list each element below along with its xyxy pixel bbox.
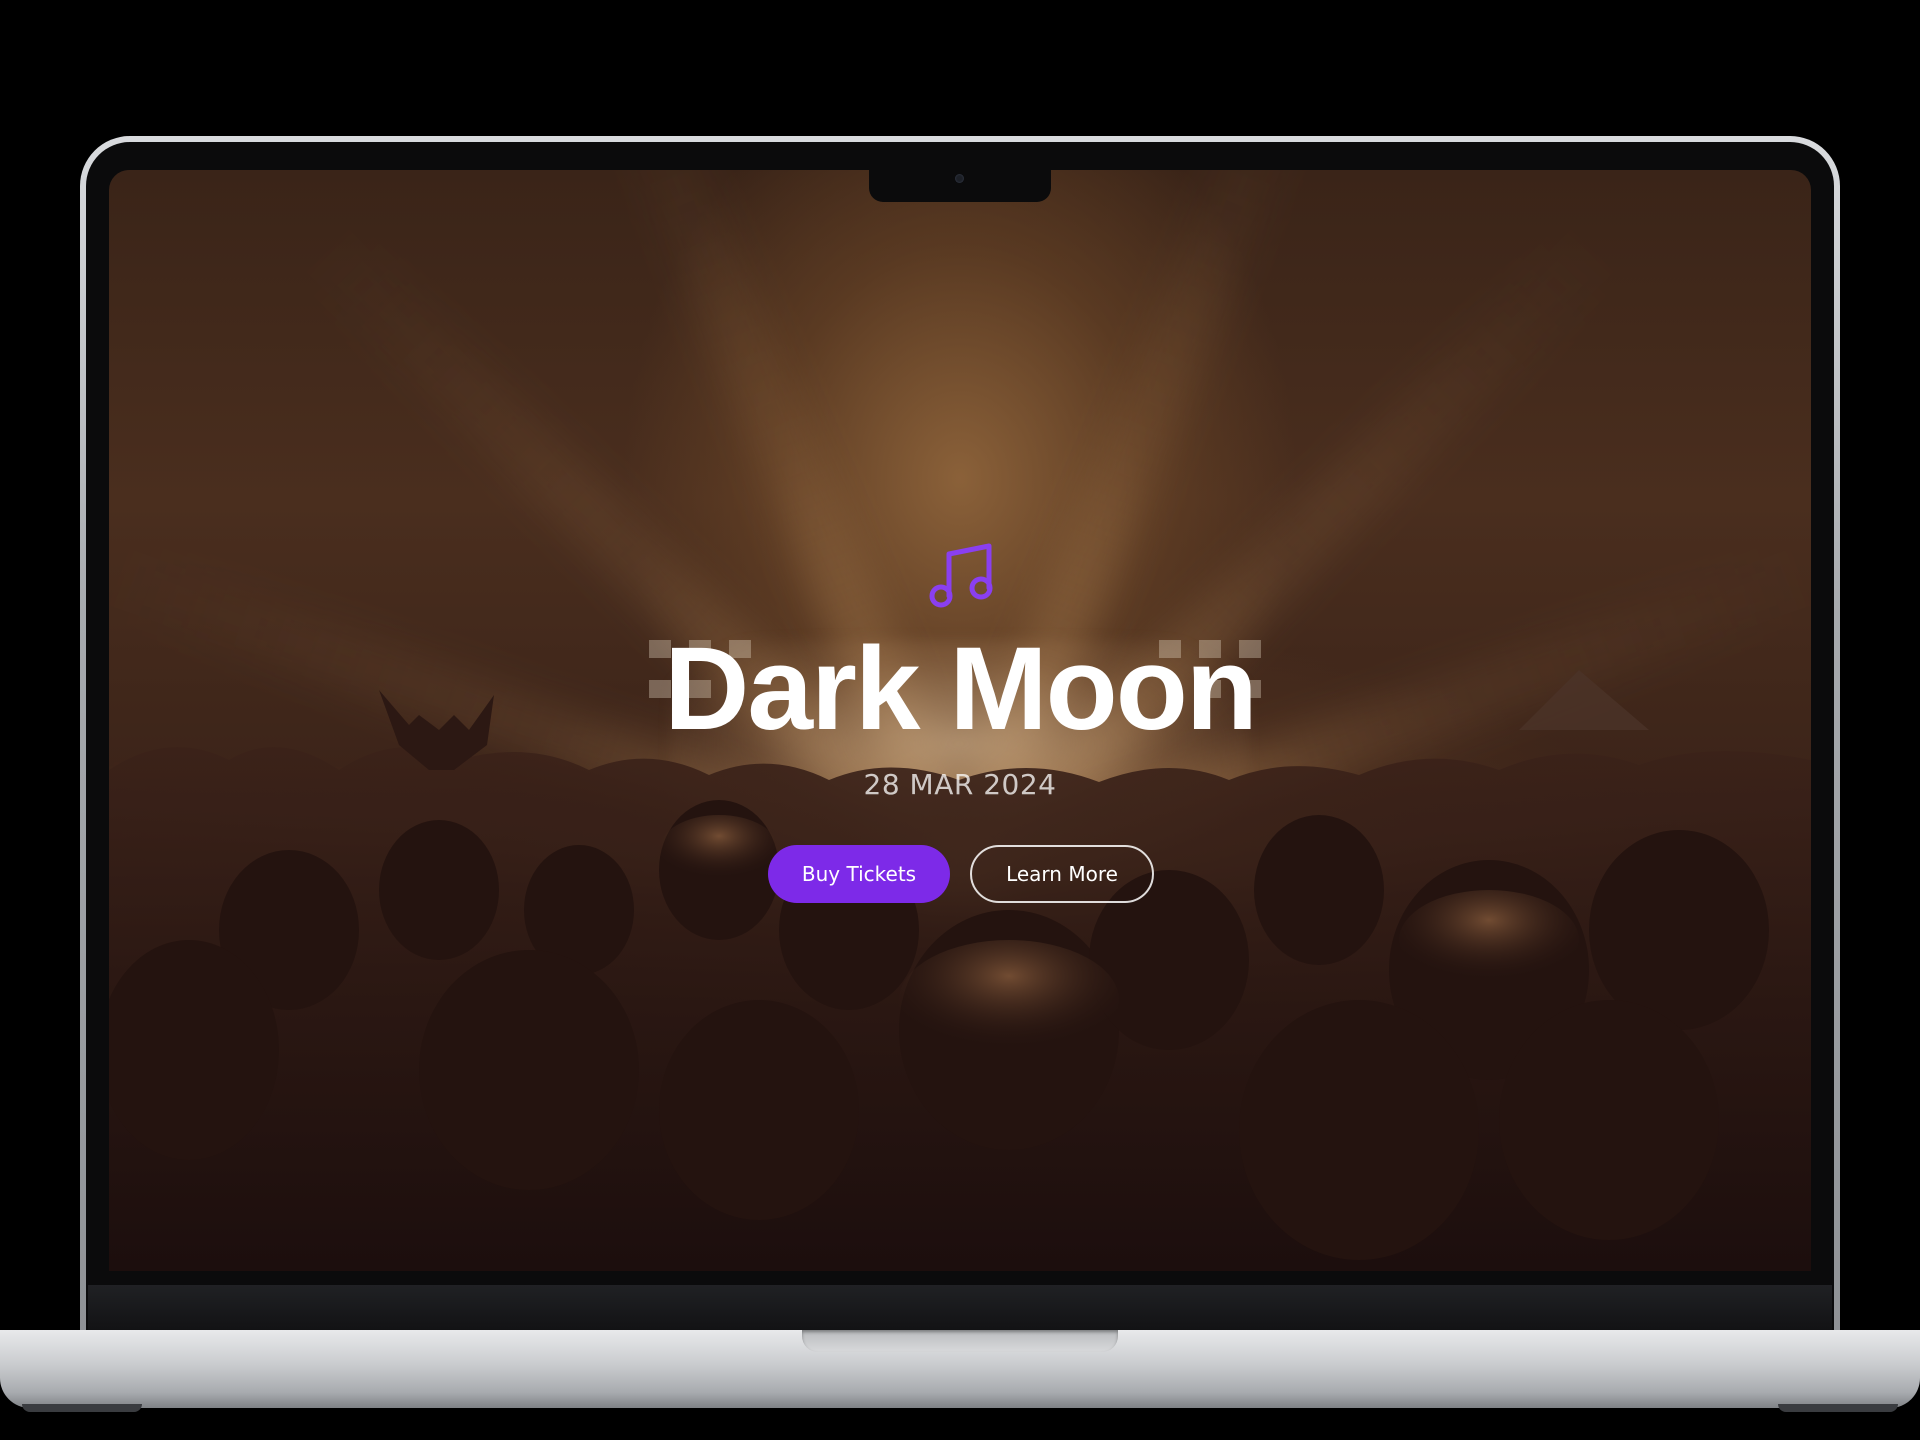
device-mockup: Dark Moon 28 MAR 2024 Buy Tickets Learn … [0, 0, 1920, 1440]
camera-icon [955, 174, 964, 183]
website-screen: Dark Moon 28 MAR 2024 Buy Tickets Learn … [109, 170, 1811, 1271]
event-date: 28 MAR 2024 [863, 768, 1057, 801]
laptop-hinge [88, 1285, 1832, 1331]
trackpad-notch [802, 1330, 1118, 1352]
laptop-foot [1778, 1404, 1898, 1412]
event-title: Dark Moon [664, 623, 1258, 755]
buy-tickets-button[interactable]: Buy Tickets [768, 845, 950, 903]
learn-more-button[interactable]: Learn More [970, 845, 1154, 903]
hero-section: Dark Moon 28 MAR 2024 Buy Tickets Learn … [109, 170, 1811, 1271]
laptop-foot [22, 1404, 142, 1412]
music-note-icon [929, 543, 993, 608]
